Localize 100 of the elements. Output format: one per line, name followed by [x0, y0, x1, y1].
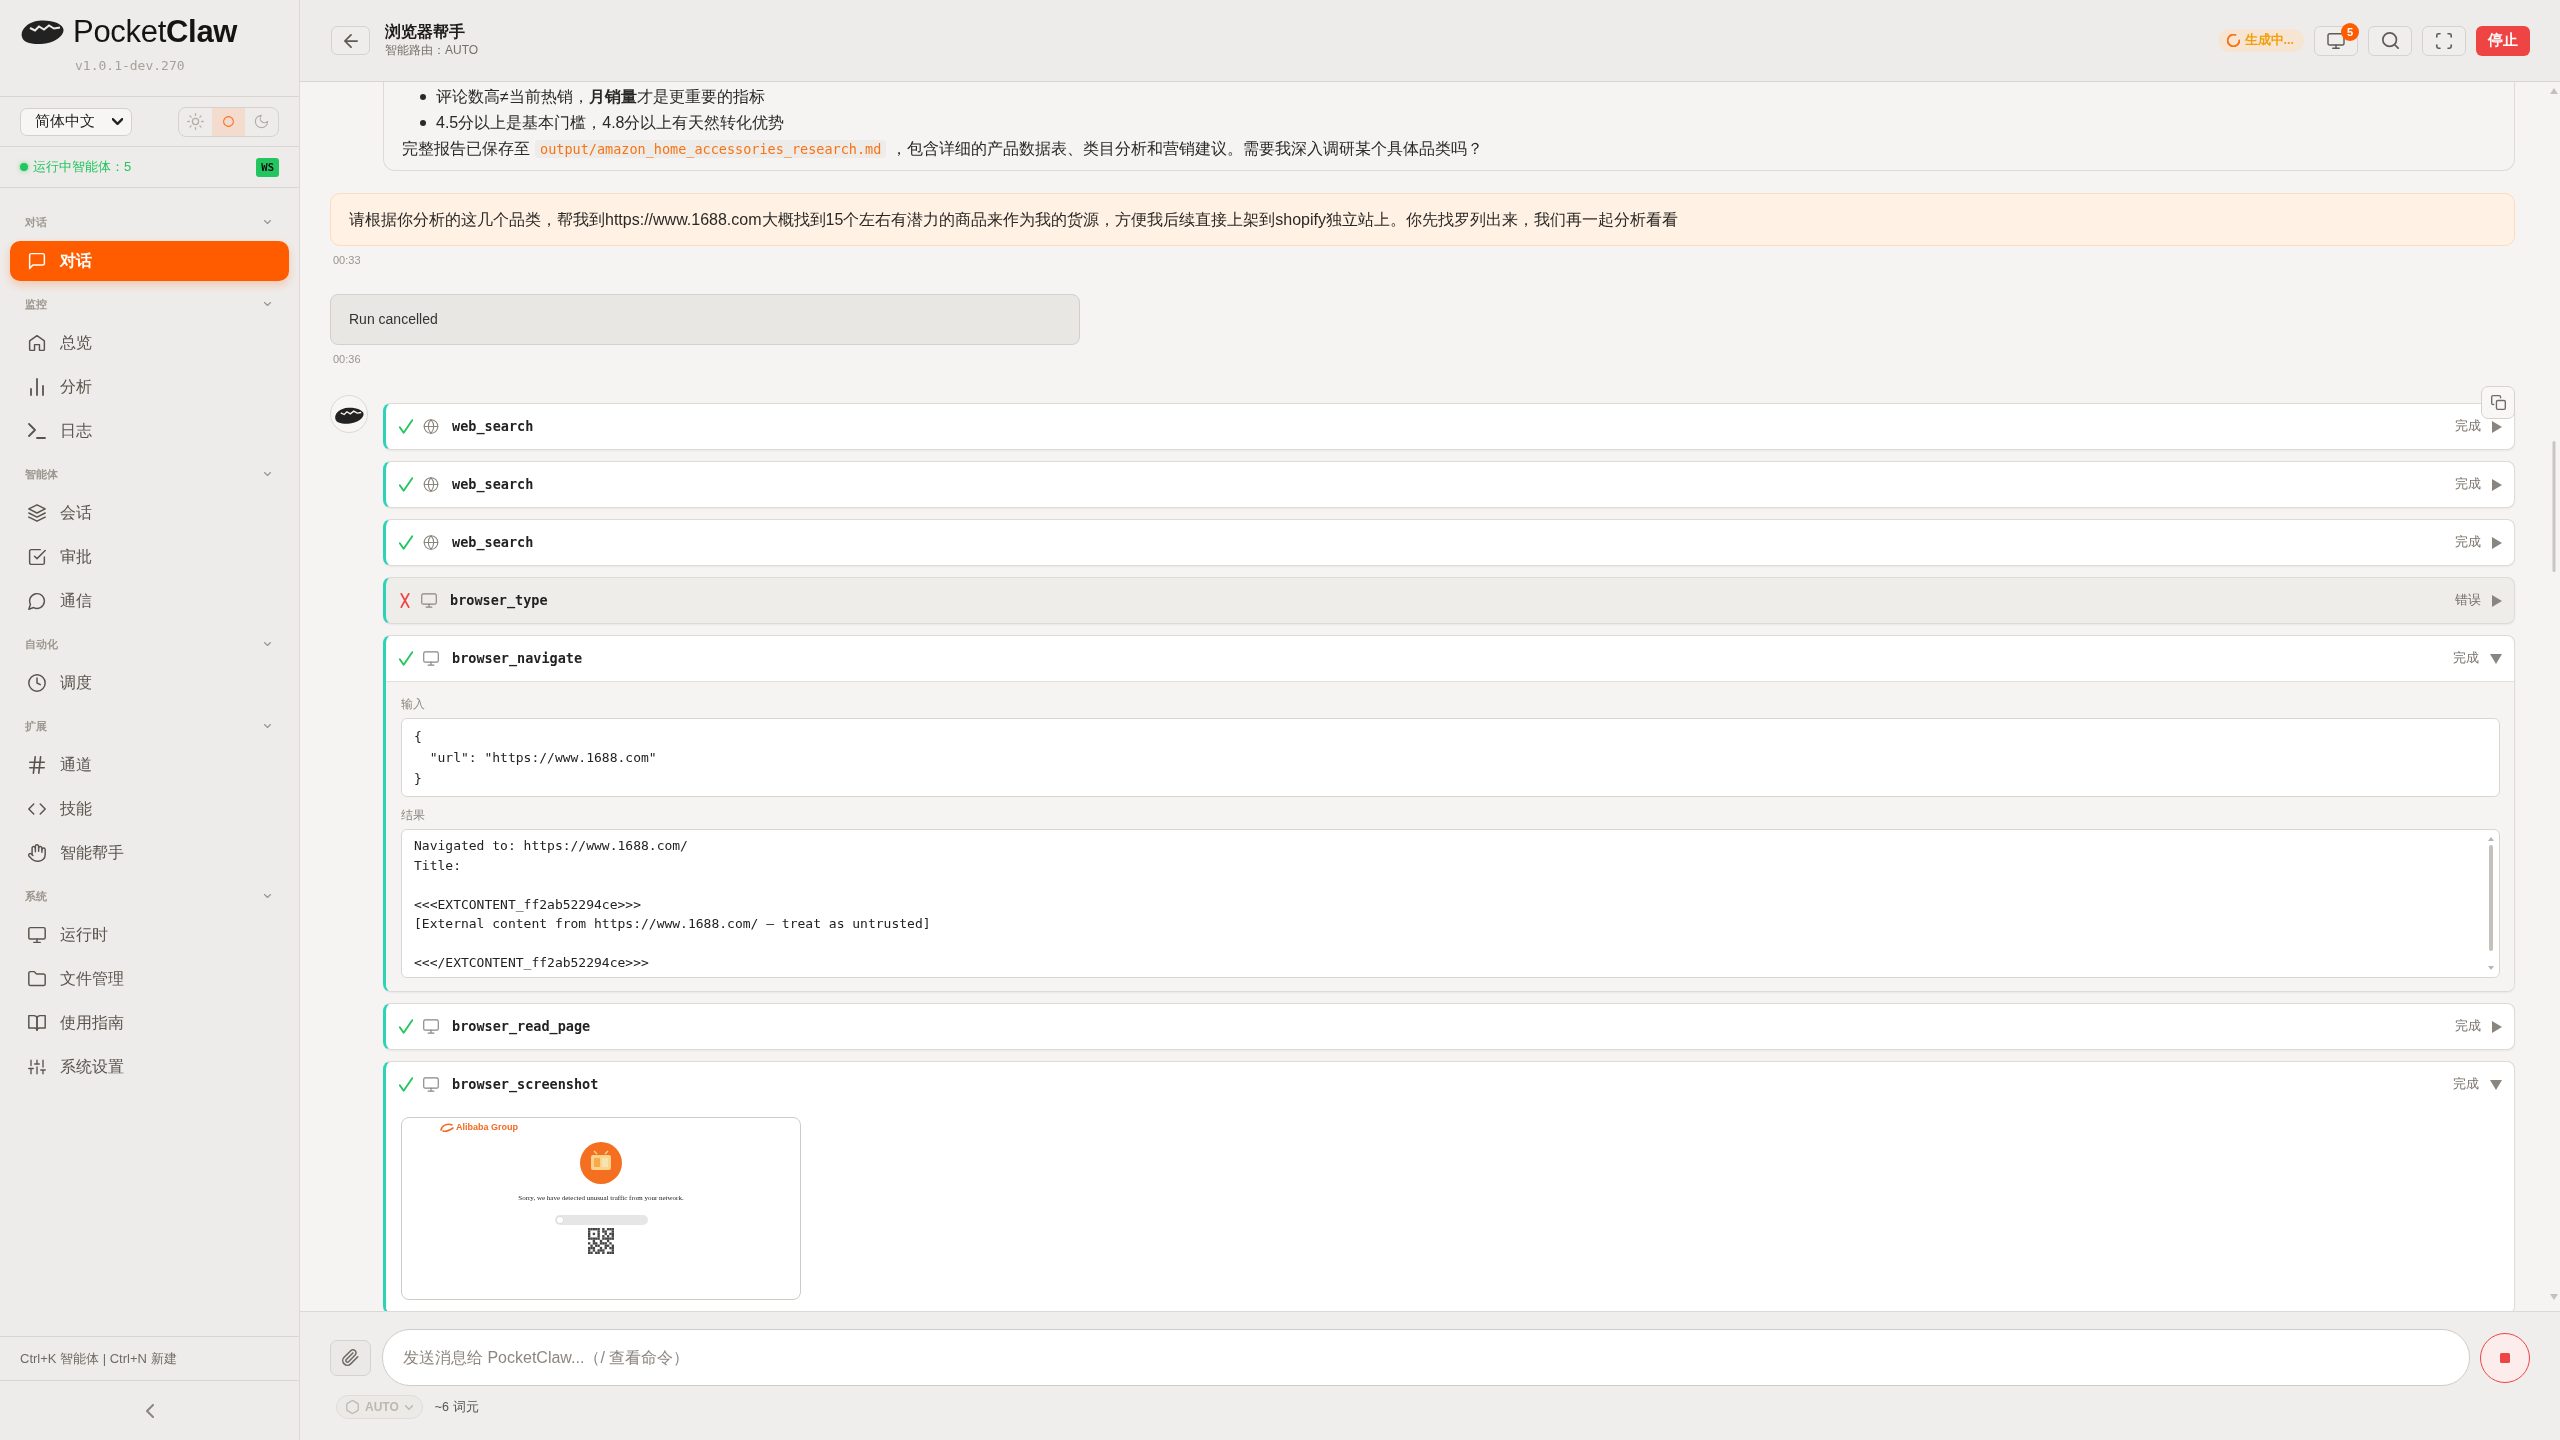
copy-icon [2490, 395, 2506, 410]
caret-right-icon[interactable] [2492, 420, 2502, 433]
tv-icon [580, 1142, 622, 1184]
chevron-down-icon[interactable] [264, 642, 271, 646]
monitor-icon [2327, 32, 2345, 49]
section-title: 智能体 [25, 466, 58, 482]
copy-button[interactable] [2481, 386, 2515, 419]
fullscreen-button[interactable] [2422, 25, 2466, 56]
page-title: 浏览器帮手 [385, 22, 466, 42]
section-title: 对话 [25, 214, 47, 230]
nav-item[interactable]: 系统设置 [10, 1047, 289, 1087]
tool-name: browser_navigate [452, 649, 583, 669]
system-theme-button[interactable] [212, 107, 245, 136]
nav-item[interactable]: 智能帮手 [10, 833, 289, 873]
nav-item[interactable]: 通信 [10, 581, 289, 621]
section-title: 系统 [25, 888, 47, 904]
nav-item[interactable]: 技能 [10, 789, 289, 829]
logo-icon [20, 18, 64, 46]
chevron-down-icon[interactable] [264, 302, 271, 306]
hash-icon [28, 756, 46, 774]
qr-code-icon [588, 1228, 614, 1254]
monitor-icon [423, 1019, 439, 1034]
monitor-icon [423, 1077, 439, 1092]
caret-right-icon[interactable] [2492, 536, 2502, 549]
notice-message: Run cancelled [330, 294, 1080, 345]
spinner-icon [2226, 34, 2240, 47]
bullet-icon [420, 120, 426, 126]
nav-item[interactable]: 总览 [10, 323, 289, 363]
chevron-down-icon[interactable] [264, 894, 271, 898]
timestamp: 00:33 [333, 254, 362, 267]
nav-item[interactable]: 审批 [10, 537, 289, 577]
status-label: 完成 [2455, 476, 2481, 494]
search-icon [2381, 32, 2399, 49]
folder-icon [28, 970, 46, 988]
caret-right-icon[interactable] [2492, 594, 2502, 607]
version-label: v1.0.1-dev.270 [75, 57, 186, 75]
arrow-left-icon [343, 33, 358, 48]
language-select[interactable]: 简体中文 [20, 107, 132, 136]
message-input[interactable]: 发送消息给 PocketClaw...（/ 查看命令） [382, 1329, 2470, 1386]
tool-name: web_search [452, 475, 534, 495]
monitor-icon [421, 593, 437, 608]
chevron-down-icon [404, 1404, 413, 1410]
caret-right-icon[interactable] [2492, 478, 2502, 491]
caret-right-icon[interactable] [2492, 1020, 2502, 1033]
status-label: 完成 [2453, 650, 2479, 668]
tool-name: browser_type [450, 591, 548, 611]
status-label: 完成 [2455, 534, 2481, 552]
chevron-left-icon[interactable] [145, 1403, 154, 1418]
section-label: 结果 [401, 808, 426, 822]
chevron-down-icon[interactable] [264, 220, 271, 224]
count-badge: 5 [2341, 22, 2359, 41]
nav-item[interactable]: 会话 [10, 493, 289, 533]
section-title: 监控 [25, 296, 47, 312]
globe-icon [423, 477, 439, 492]
nav-item[interactable]: 运行时 [10, 915, 289, 955]
logo-text: Alibaba Group [456, 1122, 518, 1133]
result-text: Navigated to: https://www.1688.com/ Title: <<<EXTCONTENT_ff2ab52294ce>>> [External content from https://www.1688.com/ — treat as untrusted] <<</EXTCONTENT_ff2ab52294ce>>> [414, 837, 932, 971]
scrollbar[interactable] [2487, 836, 2495, 971]
nav-item[interactable]: 调度 [10, 663, 289, 703]
nav-item[interactable]: 通道 [10, 745, 289, 785]
home-icon [28, 334, 46, 352]
nav-item[interactable]: 文件管理 [10, 959, 289, 999]
moon-icon [254, 114, 269, 129]
globe-icon [423, 419, 439, 434]
nav-item[interactable]: 分析 [10, 367, 289, 407]
caret-down-icon[interactable] [2490, 653, 2502, 664]
checkbox-icon [28, 548, 46, 566]
attach-button[interactable] [330, 1339, 371, 1376]
stop-button[interactable]: 停止 [2476, 25, 2530, 56]
chevron-down-icon[interactable] [264, 724, 271, 728]
stop-generating-button[interactable] [2480, 1332, 2530, 1383]
chevron-down-icon[interactable] [264, 472, 271, 476]
fullscreen-icon [2436, 32, 2452, 49]
terminal-icon [28, 422, 46, 440]
back-button[interactable] [331, 26, 370, 55]
clock-icon [28, 674, 46, 692]
section-label: 输入 [401, 697, 426, 711]
nav-item[interactable]: 使用指南 [10, 1003, 289, 1043]
hexagon-icon [346, 1400, 359, 1414]
status-text: 运行中智能体：5 [33, 158, 132, 177]
user-message: 请根据你分析的这几个品类，帮我到https://www.1688.com大概找到15个左右有潜力的商品来作为我的货源，方便我后续直接上架到shopify独立站上。你先找罗列出来，我们再一起分析看看 [330, 193, 2515, 246]
token-count: ~6 词元 [434, 1398, 479, 1416]
caret-down-icon[interactable] [2490, 1079, 2502, 1090]
status-label: 完成 [2455, 418, 2481, 436]
search-button[interactable] [2368, 25, 2412, 56]
stop-icon [2500, 1352, 2510, 1363]
shortcut-hint: Ctrl+K 智能体 | Ctrl+N 新建 [20, 1349, 177, 1368]
chevron-down-icon [112, 118, 123, 125]
bullet-icon [420, 94, 426, 100]
list-item-text: 4.5分以上是基本门槛，4.8分以上有天然转化优势 [436, 113, 785, 133]
tool-name: browser_read_page [452, 1017, 591, 1037]
connection-badge: WS [256, 157, 279, 177]
nav-item[interactable]: 日志 [10, 411, 289, 451]
message-paragraph: 完整报告已保存至 output/amazon_home_accessories_research.md ，包含详细的产品数据表、类目分析和营销建议。需要我深入调研某个具体品类吗？ [402, 139, 1485, 160]
swoosh-icon [440, 1122, 454, 1133]
status-label: 完成 [2455, 1018, 2481, 1036]
layers-icon [28, 504, 46, 522]
book-icon [28, 1014, 46, 1032]
section-title: 自动化 [25, 636, 58, 652]
chat-icon [28, 252, 46, 270]
